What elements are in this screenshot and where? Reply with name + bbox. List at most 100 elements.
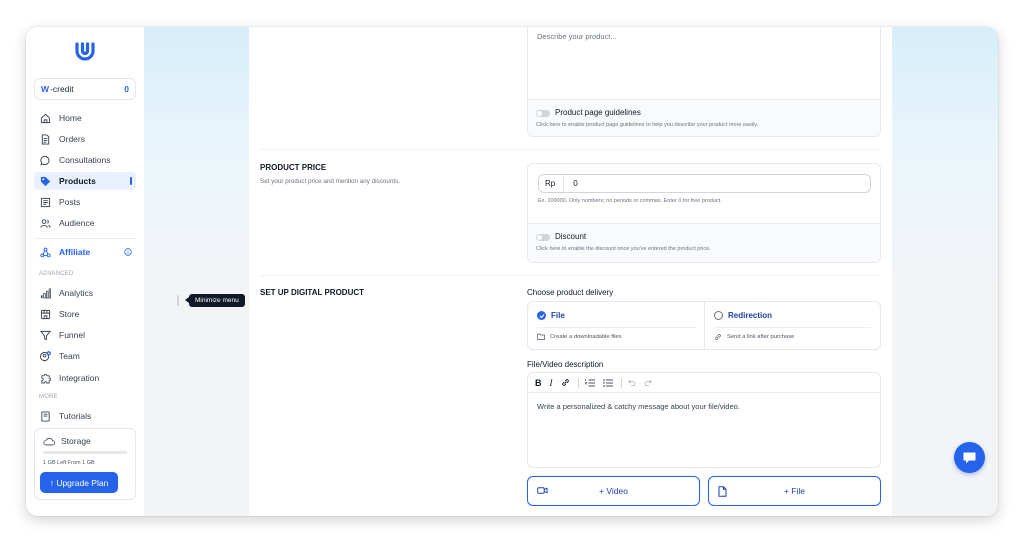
- product-price-title: PRODUCT PRICE: [260, 163, 327, 172]
- document-icon: [41, 133, 50, 145]
- sidebar-item-label: Consultations: [59, 155, 111, 165]
- guidelines-toggle[interactable]: [536, 110, 550, 117]
- section-divider: [260, 275, 880, 276]
- digital-product-title: SET UP DIGITAL PRODUCT: [260, 288, 365, 297]
- option-divider: [537, 327, 696, 328]
- team-icon: [40, 350, 51, 361]
- sidebar-item-home[interactable]: Home: [34, 109, 136, 127]
- discount-toggle[interactable]: [536, 234, 550, 241]
- sidebar-item-products[interactable]: Products: [34, 172, 136, 190]
- upgrade-plan-button[interactable]: ↑ Upgrade Plan: [40, 472, 118, 493]
- option-file-sub: Create a downloadable files: [537, 333, 622, 340]
- home-icon: [40, 113, 51, 123]
- ordered-list-icon: [584, 378, 595, 386]
- add-file-button[interactable]: + File: [708, 476, 881, 506]
- storage-label: Storage: [61, 436, 91, 446]
- bar-chart-icon: [40, 288, 51, 298]
- radio-unchecked-icon[interactable]: [714, 311, 723, 320]
- description-card: Describe your product... Product page gu…: [527, 27, 881, 137]
- sidebar-item-label: Posts: [59, 197, 81, 207]
- sidebar-item-team[interactable]: Team: [34, 347, 136, 365]
- toolbar-separator: [620, 377, 622, 388]
- credit-label: -credit: [50, 84, 74, 94]
- credit-widget[interactable]: W -credit 0: [34, 78, 136, 100]
- info-icon[interactable]: [124, 248, 132, 256]
- main-content: Describe your product... Product page gu…: [249, 27, 892, 516]
- currency-prefix: Rp: [539, 175, 565, 192]
- minimize-menu-handle[interactable]: [177, 295, 179, 306]
- guidelines-title: Product page guidelines: [555, 108, 641, 117]
- puzzle-icon: [41, 373, 51, 383]
- store-icon: [40, 309, 51, 319]
- sidebar-item-posts[interactable]: Posts: [34, 193, 136, 211]
- ordered-list-button[interactable]: [584, 378, 595, 387]
- sidebar-item-integration[interactable]: Integration: [34, 369, 136, 387]
- section-label-advanced: ADVANCED: [39, 271, 74, 277]
- book-icon: [41, 410, 50, 422]
- sidebar-item-label: Store: [59, 309, 80, 319]
- sidebar-item-tutorials[interactable]: Tutorials: [34, 407, 136, 425]
- link-button[interactable]: [561, 378, 570, 387]
- option-file-head: File: [537, 311, 565, 320]
- sidebar-item-audience[interactable]: Audience: [34, 214, 136, 232]
- bold-button[interactable]: B: [535, 378, 542, 388]
- sidebar-item-store[interactable]: Store: [34, 305, 136, 323]
- credit-prefix: W: [41, 84, 50, 94]
- discount-title: Discount: [555, 232, 587, 241]
- discount-subtitle: Click here to enable the discount once y…: [536, 246, 711, 252]
- sidebar-item-label: Affiliate: [59, 247, 91, 257]
- sidebar-item-orders[interactable]: Orders: [34, 130, 136, 148]
- italic-button[interactable]: I: [550, 378, 553, 388]
- app-window: W -credit 0 Home Orders Consultations Pr…: [26, 27, 998, 516]
- background-left: [144, 27, 249, 516]
- discount-toggle-row[interactable]: Discount Click here to enable the discou…: [528, 223, 880, 262]
- bullet-list-button[interactable]: [602, 378, 613, 387]
- option-redirection-head: Redirection: [714, 311, 772, 320]
- background-right: [892, 27, 998, 516]
- file-description-label: File/Video description: [527, 360, 604, 369]
- price-hint: Ex. 100000. Only numbers; no periods or …: [538, 198, 722, 204]
- section-divider: [260, 149, 880, 150]
- undo-button[interactable]: [627, 379, 636, 386]
- redo-button[interactable]: [644, 379, 652, 386]
- sidebar-item-label: Funnel: [59, 330, 85, 340]
- delivery-label: Choose product delivery: [527, 288, 614, 297]
- option-divider: [714, 327, 871, 328]
- chat-bubble-icon: [40, 155, 50, 166]
- credit-value: 0: [124, 84, 129, 94]
- editor-content[interactable]: Write a personalized & catchy message ab…: [537, 402, 740, 411]
- sidebar-item-label: Team: [59, 351, 80, 361]
- description-textarea[interactable]: Describe your product...: [537, 32, 617, 41]
- sidebar-item-affiliate[interactable]: Affiliate: [34, 243, 136, 261]
- add-video-button[interactable]: + Video: [527, 476, 700, 506]
- funnel-icon: [40, 330, 51, 340]
- newspaper-icon: [40, 197, 51, 207]
- sidebar-item-analytics[interactable]: Analytics: [34, 284, 136, 302]
- active-indicator: [130, 177, 132, 185]
- section-label-more: MORE: [39, 394, 58, 400]
- sidebar-item-funnel[interactable]: Funnel: [34, 326, 136, 344]
- affiliate-icon: [40, 247, 51, 257]
- price-input[interactable]: Rp 0: [538, 174, 871, 193]
- option-redirection-label: Redirection: [728, 311, 773, 320]
- sidebar-item-label: Products: [59, 176, 96, 186]
- delivery-options: File Create a downloadable files Redirec…: [527, 301, 881, 350]
- logo-icon[interactable]: [73, 39, 97, 63]
- radio-checked-icon[interactable]: [537, 311, 546, 320]
- sidebar-item-label: Audience: [59, 218, 95, 228]
- product-price-subtitle: Set your product price and mention any d…: [260, 178, 401, 185]
- chat-support-button[interactable]: [954, 442, 985, 473]
- sidebar-item-consultations[interactable]: Consultations: [34, 151, 136, 169]
- storage-card: Storage 1 GB Left From 1 GB ↑ Upgrade Pl…: [34, 428, 136, 500]
- folder-icon: [537, 333, 545, 340]
- guidelines-toggle-row[interactable]: Product page guidelines Click here to en…: [528, 99, 880, 136]
- chat-icon: [963, 452, 976, 463]
- sidebar-divider: [34, 238, 136, 239]
- minimize-menu-tooltip: Minimize menu: [185, 294, 245, 307]
- delivery-option-file[interactable]: File Create a downloadable files: [528, 302, 705, 349]
- rich-text-editor: B I Write a personalized & catchy messag…: [527, 372, 881, 468]
- bullet-list-icon: [602, 378, 613, 387]
- price-card: Rp 0 Ex. 100000. Only numbers; no period…: [527, 163, 881, 263]
- delivery-option-redirection[interactable]: Redirection Send a link after purchase: [705, 302, 881, 349]
- price-value: 0: [573, 179, 578, 188]
